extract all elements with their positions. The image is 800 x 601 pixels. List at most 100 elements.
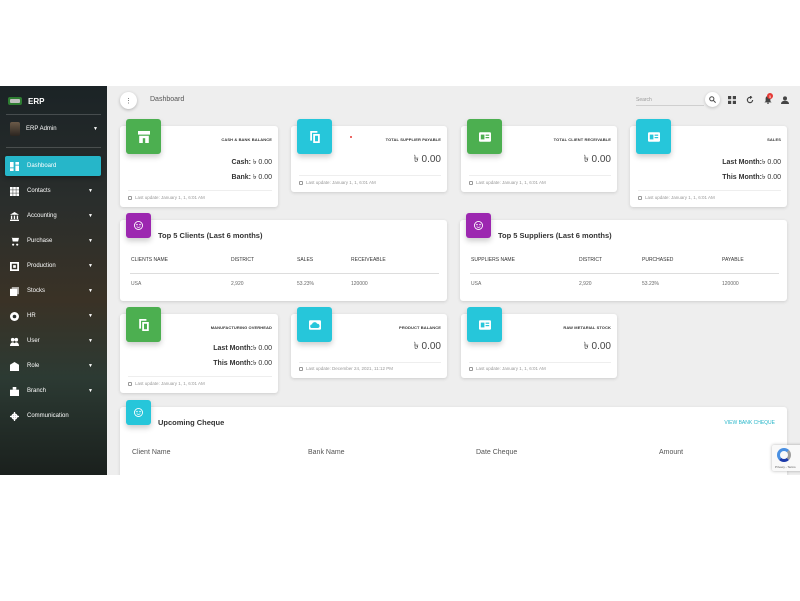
- card-title: TOTAL SUPPLIER PAYABLE: [385, 137, 441, 142]
- sidebar-item-role[interactable]: Role ▼: [5, 356, 101, 376]
- sidebar-item-label: Accounting: [27, 213, 57, 219]
- last-update-text: Last update: January 1, 1, 6:01 AM: [135, 195, 205, 200]
- sidebar-item-label: Contacts: [27, 188, 51, 194]
- last-month-value: ৳ 0.00: [252, 345, 272, 352]
- card-title: TOTAL CLIENT RECEIVABLE: [553, 137, 611, 142]
- cash-bank-card: CASH & BANK BALANCE Cash: ৳ 0.00 Bank: ৳…: [120, 119, 278, 207]
- branch-icon: [10, 386, 19, 396]
- stocks-icon: [10, 286, 19, 296]
- copy-icon: [138, 318, 149, 331]
- caret-down-icon: ▼: [88, 363, 93, 369]
- manufacturing-overhead-card: MANUFACTURING OVERHEAD Last Month:৳ 0.00…: [120, 307, 278, 393]
- divider: [469, 362, 611, 363]
- column-header: Client Name: [132, 449, 171, 456]
- card-title: MANUFACTURING OVERHEAD: [210, 325, 272, 330]
- sidebar-item-user[interactable]: User ▼: [5, 331, 101, 351]
- table-title: Top 5 Suppliers (Last 6 months): [498, 231, 612, 240]
- card-value: ৳ 0.00: [583, 154, 611, 165]
- section-title: Upcoming Cheque: [158, 418, 225, 427]
- sidebar-item-dashboard[interactable]: Dashboard: [5, 156, 101, 176]
- column-header: Bank Name: [308, 449, 345, 456]
- refresh-button[interactable]: [745, 95, 754, 104]
- sidebar: ERP ERP Admin ▼ Dashboard Contacts ▼ Acc…: [0, 86, 107, 475]
- sidebar-item-label: Production: [27, 263, 56, 269]
- bank-icon: [10, 211, 19, 221]
- id-card-icon: [478, 319, 491, 330]
- top-clients-card: Top 5 Clients (Last 6 months) CLIENTS NA…: [120, 213, 447, 301]
- calendar-icon: [128, 195, 132, 200]
- calendar-icon: [128, 381, 132, 386]
- face-icon: [134, 221, 143, 230]
- sidebar-item-communication[interactable]: Communication: [5, 406, 101, 426]
- production-icon: [10, 261, 19, 271]
- calendar-icon: [299, 366, 303, 371]
- sidebar-item-label: Purchase: [27, 238, 53, 244]
- this-month-value: ৳ 0.00: [252, 360, 272, 367]
- client-receivable-card: TOTAL CLIENT RECEIVABLE ৳ 0.00 Last upda…: [461, 119, 617, 192]
- column-header: DISTRICT: [231, 257, 255, 263]
- card-icon-tile: [466, 213, 491, 238]
- table-cell: USA: [471, 281, 482, 287]
- recaptcha-icon: [777, 448, 791, 462]
- divider: [470, 273, 779, 274]
- sidebar-item-label: Stocks: [27, 288, 46, 294]
- divider: [299, 362, 441, 363]
- last-update: Last update: December 24, 2021, 11:12 PM: [299, 366, 393, 371]
- last-update: Last update: January 1, 1, 6:01 AM: [469, 366, 546, 371]
- last-update-text: Last update: January 1, 1, 6:01 AM: [476, 366, 546, 371]
- card-icon-tile: [636, 119, 671, 154]
- card-icon-tile: [297, 307, 332, 342]
- sidebar-item-stocks[interactable]: Stocks ▼: [5, 281, 101, 301]
- sidebar-item-accounting[interactable]: Accounting ▼: [5, 206, 101, 226]
- column-header: Date Cheque: [476, 449, 518, 456]
- last-month-row: Last Month:৳ 0.00: [722, 156, 781, 168]
- card-icon-tile: [126, 213, 151, 238]
- search-button[interactable]: [705, 92, 720, 107]
- column-header: PURCHASED: [642, 257, 674, 263]
- profile-button[interactable]: [780, 95, 789, 104]
- bank-row: Bank: ৳ 0.00: [232, 171, 272, 183]
- calendar-icon: [638, 195, 642, 200]
- sidebar-item-purchase[interactable]: Purchase ▼: [5, 231, 101, 251]
- divider: [299, 175, 441, 176]
- avatar: [10, 122, 20, 136]
- apps-button[interactable]: [727, 95, 736, 104]
- table-cell: 53.23%: [642, 281, 659, 287]
- column-header: SALES: [297, 257, 314, 263]
- status-dot: [350, 136, 352, 138]
- user-menu[interactable]: ERP Admin ▼: [10, 122, 98, 136]
- sidebar-item-label: Branch: [27, 388, 47, 394]
- face-icon: [134, 408, 143, 417]
- id-card-icon: [478, 131, 491, 142]
- sidebar-item-label: Communication: [27, 413, 69, 419]
- supplier-payable-card: TOTAL SUPPLIER PAYABLE ৳ 0.00 Last updat…: [291, 119, 447, 192]
- sidebar-item-label: Role: [27, 363, 40, 369]
- calendar-icon: [299, 180, 303, 185]
- last-month-label: Last Month:: [722, 159, 762, 166]
- divider: [638, 190, 781, 191]
- this-month-value: ৳ 0.00: [761, 174, 781, 181]
- sidebar-item-production[interactable]: Production ▼: [5, 256, 101, 276]
- card-title: SALES: [767, 137, 781, 142]
- brand[interactable]: ERP: [8, 94, 44, 108]
- sidebar-item-hr[interactable]: HR ▼: [5, 306, 101, 326]
- bank-label: Bank:: [231, 174, 251, 181]
- this-month-row: This Month:৳ 0.00: [213, 357, 272, 369]
- sidebar-item-contacts[interactable]: Contacts ▼: [5, 181, 101, 201]
- divider: [128, 376, 272, 377]
- sidebar-item-label: HR: [27, 313, 36, 319]
- search-input[interactable]: [636, 94, 704, 106]
- last-update: Last update: January 1, 1, 6:01 AM: [128, 381, 205, 386]
- role-icon: [10, 361, 19, 371]
- last-month-label: Last Month:: [213, 345, 253, 352]
- table-cell: 2,920: [231, 281, 244, 287]
- divider: [128, 190, 272, 191]
- recaptcha-badge[interactable]: Privacy - Terms: [772, 445, 800, 471]
- sidebar-item-branch[interactable]: Branch ▼: [5, 381, 101, 401]
- view-bank-cheque-link[interactable]: VIEW BANK CHEQUE: [724, 420, 775, 426]
- caret-down-icon: ▼: [88, 188, 93, 194]
- caret-down-icon: ▼: [93, 126, 98, 132]
- menu-toggle-button[interactable]: ⋮: [120, 92, 137, 109]
- cash-value: ৳ 0.00: [252, 159, 272, 166]
- last-month-value: ৳ 0.00: [761, 159, 781, 166]
